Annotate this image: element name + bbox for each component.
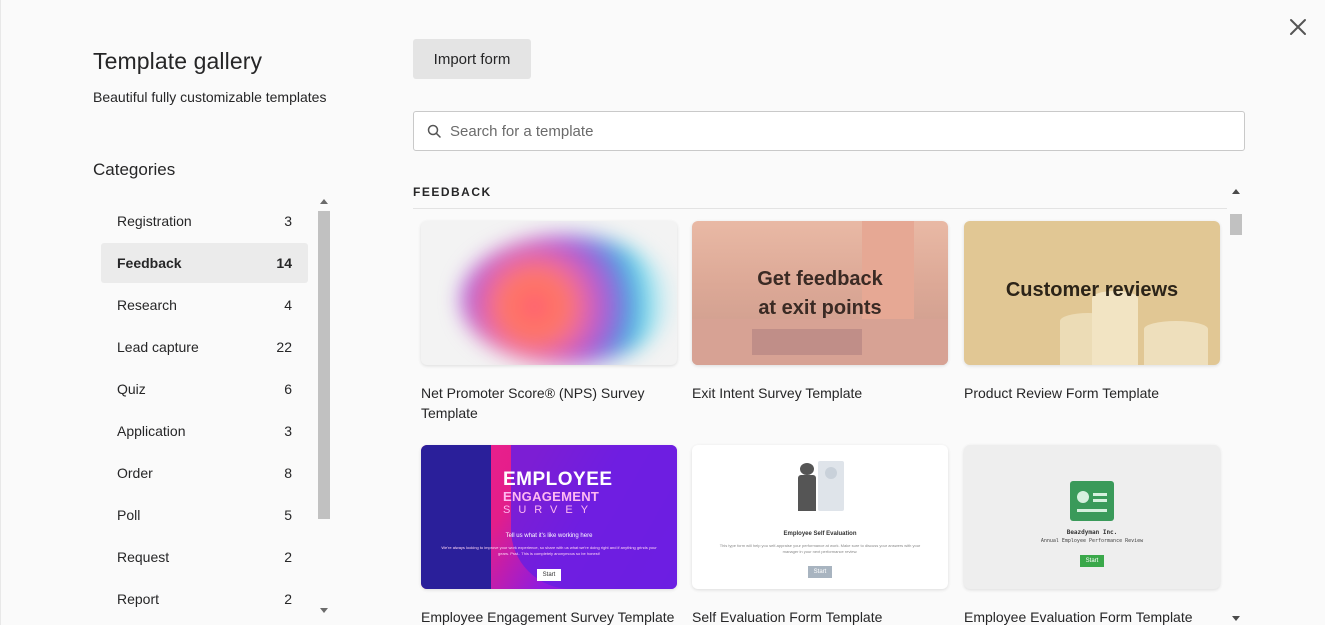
scrollbar-thumb[interactable] (318, 211, 330, 519)
template-card-product-review[interactable]: Customer reviews Product Review Form Tem… (964, 221, 1220, 403)
template-thumbnail[interactable] (421, 221, 677, 365)
category-count: 14 (276, 255, 292, 271)
import-form-button[interactable]: Import form (413, 39, 531, 79)
category-count: 5 (284, 507, 292, 523)
template-card-employee-engagement[interactable]: EMPLOYEE ENGAGEMENT SURVEY Tell us what … (421, 445, 677, 625)
category-count: 6 (284, 381, 292, 397)
thumbnail-body: We're always looking to improve your wor… (441, 545, 657, 556)
scroll-down-arrow-icon[interactable] (1232, 616, 1240, 621)
category-count: 3 (284, 423, 292, 439)
category-item-lead-capture[interactable]: Lead capture 22 (101, 327, 308, 367)
category-count: 2 (284, 549, 292, 565)
category-item-quiz[interactable]: Quiz 6 (101, 369, 308, 409)
template-thumbnail[interactable]: Beazdyman Inc. Annual Employee Performan… (964, 445, 1220, 589)
template-title: Employee Evaluation Form Template (964, 609, 1193, 625)
category-item-registration[interactable]: Registration 3 (101, 201, 308, 241)
thumbnail-start-button: Start (1080, 555, 1104, 567)
category-item-request[interactable]: Request 2 (101, 537, 308, 577)
pedestal-image (1144, 321, 1208, 365)
category-count: 22 (276, 339, 292, 355)
thumbnail-caption: Get feedback at exit points (757, 268, 883, 319)
template-thumbnail[interactable]: Customer reviews (964, 221, 1220, 365)
category-scrollbar[interactable] (317, 195, 331, 617)
thumbnail-heading: Employee Self Evaluation (783, 531, 857, 537)
pool-image (752, 329, 862, 355)
category-item-research[interactable]: Research 4 (101, 285, 308, 325)
section-divider (413, 208, 1227, 209)
category-label: Poll (117, 507, 141, 523)
thumbnail-heading: EMPLOYEE (503, 469, 613, 490)
category-label: Research (117, 297, 177, 313)
category-count: 3 (284, 213, 292, 229)
category-label: Request (117, 549, 170, 565)
category-label: Quiz (117, 381, 146, 397)
category-item-poll[interactable]: Poll 5 (101, 495, 308, 535)
thumbnail-subtitle: Annual Employee Performance Review (1040, 538, 1144, 544)
category-label: Application (117, 423, 186, 439)
template-title: Employee Engagement Survey Template (421, 609, 675, 625)
templates-scrollbar[interactable] (1229, 183, 1243, 625)
illustration-image (825, 467, 837, 479)
category-item-feedback[interactable]: Feedback 14 (101, 243, 308, 283)
thumbnail-tagline: Tell us what it's like working here (505, 533, 593, 539)
template-thumbnail[interactable]: EMPLOYEE ENGAGEMENT SURVEY Tell us what … (421, 445, 677, 589)
template-card-nps[interactable]: Net Promoter Score® (NPS) Survey Templat… (421, 221, 677, 423)
template-card-exit-intent[interactable]: Get feedback at exit points Exit Intent … (692, 221, 948, 403)
category-label: Feedback (117, 255, 182, 271)
decorative-shape (511, 445, 677, 589)
thumbnail-heading: Beazdyman Inc. (1066, 529, 1118, 536)
category-item-application[interactable]: Application 3 (101, 411, 308, 451)
section-heading: FEEDBACK (413, 185, 492, 199)
page-subtitle: Beautiful fully customizable templates (93, 89, 327, 105)
categories-heading: Categories (93, 160, 176, 179)
template-card-self-evaluation[interactable]: Employee Self Evaluation This type form … (692, 445, 948, 625)
category-label: Order (117, 465, 153, 481)
decorative-shape (421, 445, 491, 589)
category-item-report[interactable]: Report 2 (101, 579, 308, 619)
thumbnail-start-button: Start (808, 566, 832, 578)
thumbnail-heading: ENGAGEMENT (503, 489, 600, 504)
close-icon (1290, 19, 1306, 35)
category-item-order[interactable]: Order 8 (101, 453, 308, 493)
template-title: Product Review Form Template (964, 385, 1160, 401)
pedestal-image (1092, 291, 1138, 365)
scrollbar-thumb[interactable] (1230, 214, 1242, 235)
template-thumbnail[interactable]: Employee Self Evaluation This type form … (692, 445, 948, 589)
category-count: 2 (284, 591, 292, 607)
person-icon (798, 475, 816, 511)
category-label: Registration (117, 213, 192, 229)
page-title: Template gallery (93, 48, 263, 74)
template-gallery-modal: Template gallery Beautiful fully customi… (0, 0, 1325, 625)
template-title: Exit Intent Survey Template (692, 385, 863, 401)
id-badge-icon (1070, 481, 1114, 521)
close-button[interactable] (1287, 16, 1309, 38)
thumbnail-body: This type form will help you self-apprai… (719, 543, 921, 554)
search-icon (427, 124, 441, 138)
category-list: Registration 3 Feedback 14 Research 4 Le… (101, 201, 308, 621)
scroll-up-arrow-icon[interactable] (320, 199, 328, 204)
thumbnail-caption: Customer reviews (1005, 279, 1179, 301)
thumbnail-heading: SURVEY (503, 504, 597, 516)
template-card-employee-evaluation[interactable]: Beazdyman Inc. Annual Employee Performan… (964, 445, 1220, 625)
template-title: Net Promoter Score® (NPS) Survey Templat… (421, 385, 645, 421)
category-label: Lead capture (117, 339, 199, 355)
person-icon (800, 463, 814, 475)
thumbnail-start-button: Start (537, 569, 561, 581)
category-count: 4 (284, 297, 292, 313)
template-thumbnail[interactable]: Get feedback at exit points (692, 221, 948, 365)
search-input[interactable] (450, 122, 1244, 140)
scroll-up-arrow-icon[interactable] (1232, 189, 1240, 194)
scroll-down-arrow-icon[interactable] (320, 608, 328, 613)
template-title: Self Evaluation Form Template (692, 609, 883, 625)
gradient-blob-image (461, 235, 671, 365)
category-label: Report (117, 591, 160, 607)
category-count: 8 (284, 465, 292, 481)
template-search[interactable] (413, 111, 1245, 151)
